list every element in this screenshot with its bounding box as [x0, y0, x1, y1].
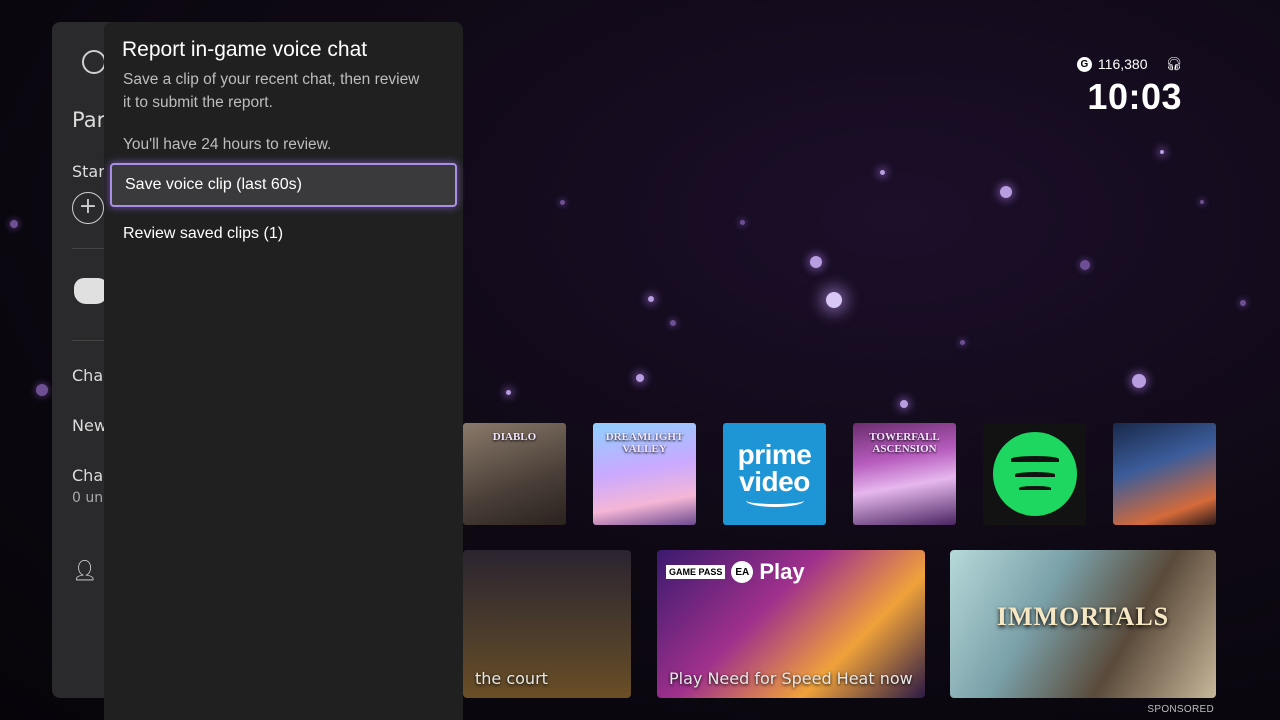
tile-label: DIABLO [492, 431, 537, 443]
report-voice-chat-dialog: Report in-game voice chat Save a clip of… [104, 22, 463, 720]
xbox-icon [82, 50, 106, 74]
gamerscore-row: G 116,380 🎧︎ [1076, 56, 1182, 72]
play-label: Play [759, 559, 805, 584]
card-nba2k[interactable]: the court [463, 550, 631, 698]
discord-icon[interactable] [74, 278, 108, 304]
ea-icon: EA [731, 561, 754, 583]
review-saved-clips-button[interactable]: Review saved clips (1) [110, 212, 457, 256]
chat-item[interactable]: Cha [72, 366, 103, 385]
dialog-note: You'll have 24 hours to review. [123, 136, 332, 153]
panel-title: Par [72, 108, 106, 132]
card-immortals-ad[interactable]: IMMORTALS [950, 550, 1216, 698]
spotify-icon [992, 432, 1077, 516]
card-need-for-speed[interactable]: GAME PASS EA Play Play Need for Speed He… [657, 550, 925, 698]
option-label: Save voice clip (last 60s) [125, 176, 302, 193]
save-voice-clip-button[interactable]: Save voice clip (last 60s) [110, 163, 457, 207]
prime-smile-icon [745, 494, 804, 507]
clock: 10:03 [1087, 76, 1182, 117]
tile-label: DREAMLIGHT VALLEY [605, 431, 684, 455]
new-item[interactable]: New [72, 416, 107, 435]
dialog-description: Save a clip of your recent chat, then re… [123, 71, 420, 111]
tile-label: TOWERFALL ASCENSION [869, 431, 940, 455]
chats-item[interactable]: Cha [72, 466, 103, 485]
tile-prime-video[interactable]: prime video [723, 423, 826, 525]
sponsored-label: SPONSORED [1147, 704, 1214, 715]
gamerscore-icon: G [1076, 56, 1092, 72]
dialog-title: Report in-game voice chat [122, 38, 368, 61]
card-caption: the court [475, 669, 548, 688]
status-area: G 116,380 🎧︎ 10:03 [1076, 56, 1182, 118]
tile-mass-effect[interactable] [1113, 423, 1216, 525]
prime-video-logo: prime video [737, 439, 812, 497]
gamepass-icon: GAME PASS [666, 565, 726, 579]
immortals-title: IMMORTALS [996, 602, 1170, 631]
add-icon[interactable]: + [72, 192, 104, 224]
gamerscore-value: 116,380 [1097, 56, 1148, 72]
headset-icon: 🎧︎ [1165, 56, 1182, 71]
start-party-label: Star [72, 162, 105, 181]
tile-towerfall[interactable]: TOWERFALL ASCENSION [853, 423, 956, 525]
unread-count: 0 un [72, 490, 104, 506]
gamepass-ea-play-badge: GAME PASS EA Play [666, 559, 805, 585]
card-caption: Play Need for Speed Heat now [669, 669, 913, 688]
tile-diablo[interactable]: DIABLO [463, 423, 566, 525]
tile-spotify[interactable] [983, 423, 1086, 525]
tile-dreamlight-valley[interactable]: DREAMLIGHT VALLEY [593, 423, 696, 525]
report-person-icon[interactable]: 👤︎ [72, 558, 97, 582]
option-label: Review saved clips (1) [123, 225, 284, 242]
